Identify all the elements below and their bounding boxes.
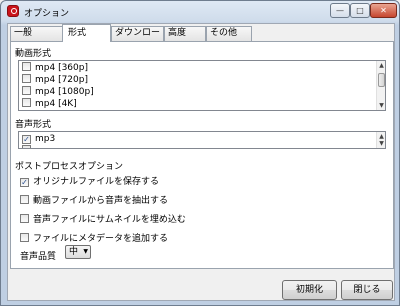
list-item[interactable]: mp4 [4K]: [22, 98, 77, 110]
list-item-label: mp4 [360p]: [35, 63, 88, 73]
checkbox[interactable]: [22, 74, 31, 83]
tab-download[interactable]: ダウンロード: [111, 26, 164, 51]
checkbox[interactable]: [22, 145, 31, 148]
audio-format-heading: 音声形式: [15, 120, 52, 130]
tab-general[interactable]: 一般: [10, 26, 63, 41]
checkbox[interactable]: [22, 86, 31, 95]
video-format-list[interactable]: mp4 [360p] mp4 [720p] mp4 [1080p] mp4 [4…: [18, 60, 386, 111]
option-label: 音声ファイルにサムネイルを埋め込む: [33, 215, 186, 225]
checkbox[interactable]: ✓: [20, 178, 29, 187]
scroll-up-arrow-icon[interactable]: ▲: [377, 61, 385, 70]
tab-strip: 一般 形式 ダウンロード 高度 その他: [8, 24, 396, 51]
scroll-thumb[interactable]: [378, 73, 385, 87]
close-button[interactable]: 閉じる: [341, 280, 393, 300]
window-title: オプション: [24, 9, 70, 19]
extract-audio-option[interactable]: 動画ファイルから音声を抽出する: [20, 195, 168, 207]
option-label: 動画ファイルから音声を抽出する: [33, 196, 169, 206]
format-panel: 動画形式 mp4 [360p] mp4 [720p] mp4 [1080p] m…: [10, 41, 394, 269]
tab-advanced[interactable]: 高度: [164, 26, 206, 41]
options-window: オプション — □ ✕ 一般 形式 ダウンロード 高度 その他 動画形式 mp4…: [0, 0, 400, 306]
app-icon: [7, 5, 19, 17]
embed-thumbnail-option[interactable]: 音声ファイルにサムネイルを埋め込む: [20, 214, 186, 226]
video-list-scrollbar[interactable]: ▲ ▼: [376, 61, 385, 110]
checkbox[interactable]: [20, 214, 29, 223]
minimize-button[interactable]: —: [330, 3, 350, 18]
tab-format[interactable]: 形式: [62, 24, 111, 42]
list-item[interactable]: [22, 145, 35, 148]
checkbox[interactable]: [20, 233, 29, 242]
audio-quality-select[interactable]: 中 ▼: [65, 245, 91, 259]
checkbox[interactable]: ✓: [22, 135, 31, 144]
audio-quality-value: 中: [69, 247, 79, 257]
list-item-label: mp4 [720p]: [35, 75, 88, 85]
close-window-button[interactable]: ✕: [370, 3, 397, 18]
keep-original-option[interactable]: ✓ オリジナルファイルを保存する: [20, 176, 159, 188]
scroll-down-arrow-icon[interactable]: ▼: [377, 101, 385, 110]
audio-list-scrollbar[interactable]: ▲ ▼: [376, 132, 385, 148]
audio-format-list[interactable]: ✓ mp3 ▲ ▼: [18, 131, 386, 149]
audio-quality-label: 音声品質: [20, 252, 57, 262]
tab-other[interactable]: その他: [206, 26, 252, 41]
chevron-down-icon: ▼: [83, 248, 88, 255]
option-label: ファイルにメタデータを追加する: [33, 234, 169, 244]
list-item[interactable]: mp4 [360p]: [22, 62, 88, 74]
scroll-down-arrow-icon[interactable]: ▼: [377, 139, 385, 148]
title-bar[interactable]: オプション — □ ✕: [1, 1, 399, 23]
list-item-label: mp4 [1080p]: [35, 87, 94, 97]
video-format-heading: 動画形式: [15, 49, 52, 59]
list-item-label: mp4 [4K]: [35, 99, 77, 109]
postprocess-heading: ポストプロセスオプション: [15, 162, 124, 172]
add-metadata-option[interactable]: ファイルにメタデータを追加する: [20, 233, 168, 245]
list-item[interactable]: mp4 [1080p]: [22, 86, 94, 98]
option-label: オリジナルファイルを保存する: [33, 177, 160, 187]
checkbox[interactable]: [22, 62, 31, 71]
maximize-button[interactable]: □: [350, 3, 370, 18]
list-item[interactable]: mp4 [720p]: [22, 74, 88, 86]
reset-button[interactable]: 初期化: [282, 280, 337, 300]
list-item[interactable]: ✓ mp3: [22, 133, 55, 145]
checkbox[interactable]: [20, 195, 29, 204]
checkbox[interactable]: [22, 98, 31, 107]
list-item-label: mp3: [35, 134, 56, 144]
dialog-client: 一般 形式 ダウンロード 高度 その他 動画形式 mp4 [360p] mp4 …: [7, 23, 395, 301]
